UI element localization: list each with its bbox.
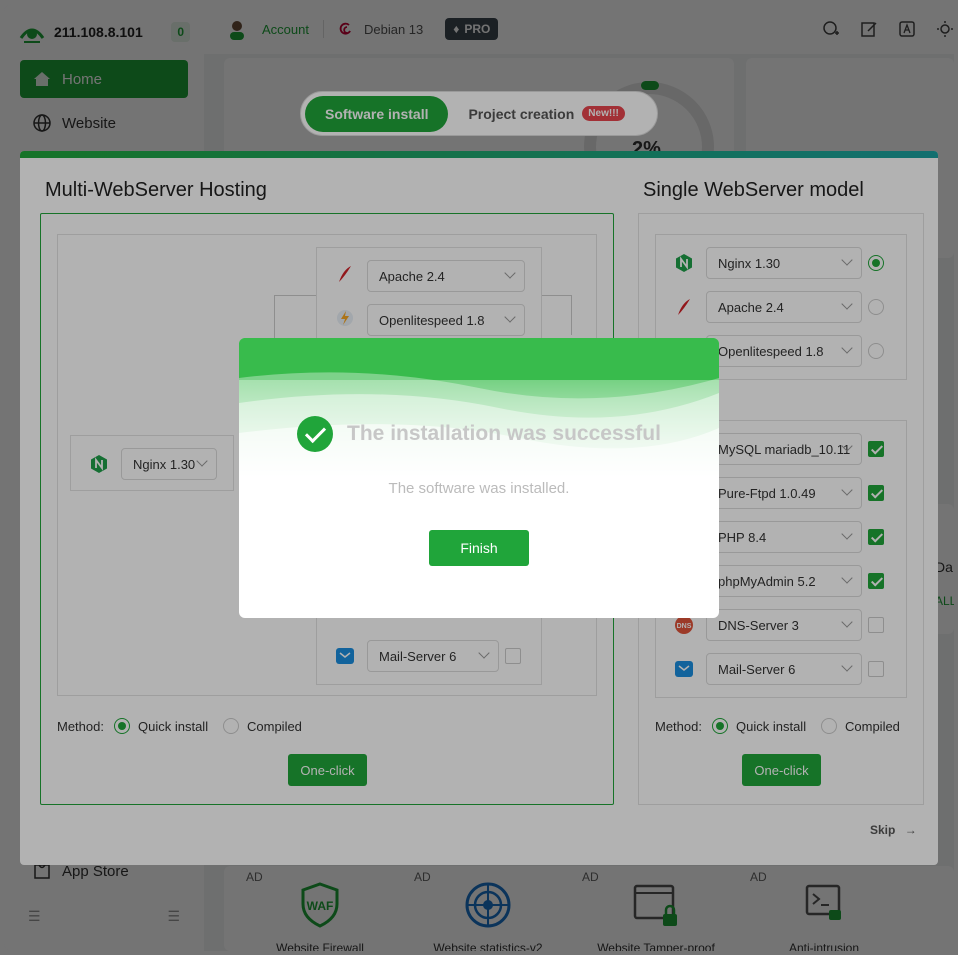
success-dialog: The installation was successful The soft… [239, 338, 719, 618]
dialog-title-text: The installation was successful [347, 422, 661, 445]
dialog-message: The software was installed. [388, 480, 570, 497]
dialog-header-wave [239, 338, 719, 478]
dialog-title: The installation was successful [239, 416, 719, 452]
finish-button[interactable]: Finish [429, 530, 529, 566]
success-check-icon [297, 416, 334, 452]
